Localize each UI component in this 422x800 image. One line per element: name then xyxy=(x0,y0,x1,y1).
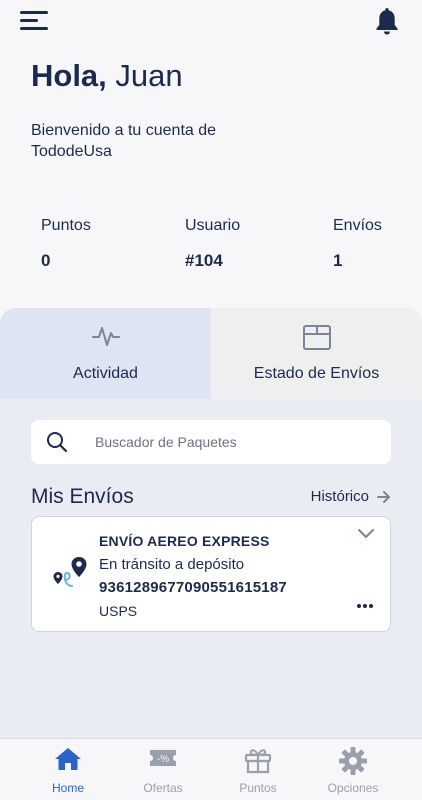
nav-puntos-label: Puntos xyxy=(239,781,277,795)
chevron-down-icon[interactable] xyxy=(358,529,374,539)
nav-opciones[interactable]: Opciones xyxy=(305,739,401,800)
stat-usuario: Usuario #104 xyxy=(185,217,240,271)
tab-actividad-label: Actividad xyxy=(73,365,138,382)
shipment-status: En tránsito a depósito xyxy=(99,556,245,573)
nav-puntos[interactable]: Puntos xyxy=(210,739,306,800)
stat-envios: Envíos 1 xyxy=(333,217,382,271)
greeting-hello: Hola, xyxy=(31,58,107,93)
greeting-heading: Hola, Juan xyxy=(31,58,183,94)
historico-link[interactable]: Histórico xyxy=(311,488,391,505)
arrow-right-icon xyxy=(377,490,390,503)
welcome-text: Bienvenido a tu cuenta de TododeUsa xyxy=(31,122,217,160)
nav-opciones-label: Opciones xyxy=(327,781,379,795)
historico-label: Histórico xyxy=(310,488,369,505)
shipment-tracking-number: 9361289677090551615187 xyxy=(99,579,287,596)
bell-icon[interactable] xyxy=(374,6,400,36)
mis-envios-title: Mis Envíos xyxy=(31,485,134,508)
nav-ofertas[interactable]: -% Ofertas xyxy=(115,739,211,800)
gift-icon xyxy=(244,749,272,774)
stat-usuario-label: Usuario xyxy=(185,217,241,234)
stat-usuario-value: #104 xyxy=(185,251,223,270)
discount-ticket-icon: -% xyxy=(150,750,176,766)
stat-puntos: Puntos 0 xyxy=(41,217,91,271)
tab-estado-envios[interactable]: Estado de Envíos xyxy=(211,308,422,399)
stat-envios-value: 1 xyxy=(333,251,343,270)
bottom-navigation: Home -% Ofertas Puntos Opciones xyxy=(0,738,422,800)
stat-puntos-label: Puntos xyxy=(41,217,91,234)
shipment-carrier: USPS xyxy=(99,603,138,619)
svg-text:-%: -% xyxy=(157,754,169,765)
shipment-type: ENVÍO AEREO EXPRESS xyxy=(99,533,270,549)
main-panel: Actividad Estado de Envíos Mis Envíos Hi… xyxy=(0,308,422,738)
gear-icon xyxy=(339,747,367,775)
package-search-input[interactable] xyxy=(95,420,375,464)
shipment-card[interactable]: ENVÍO AEREO EXPRESS En tránsito a depósi… xyxy=(31,516,391,632)
stat-envios-label: Envíos xyxy=(333,217,382,234)
tab-actividad[interactable]: Actividad xyxy=(0,308,211,399)
tab-bar: Actividad Estado de Envíos xyxy=(0,308,422,399)
activity-pulse-icon xyxy=(91,327,120,346)
tab-estado-envios-label: Estado de Envíos xyxy=(253,365,380,382)
user-name: Juan xyxy=(115,58,183,93)
hamburger-menu-icon[interactable] xyxy=(20,10,48,32)
home-icon xyxy=(55,748,81,770)
nav-home-label: Home xyxy=(51,781,84,795)
package-search-box xyxy=(31,420,391,464)
route-map-icon xyxy=(53,557,87,587)
box-icon xyxy=(302,325,331,350)
search-icon xyxy=(47,432,68,453)
more-options-icon[interactable] xyxy=(356,603,374,609)
stat-puntos-value: 0 xyxy=(41,251,51,270)
nav-home[interactable]: Home xyxy=(20,739,116,800)
top-bar xyxy=(0,0,422,45)
nav-ofertas-label: Ofertas xyxy=(143,781,183,795)
